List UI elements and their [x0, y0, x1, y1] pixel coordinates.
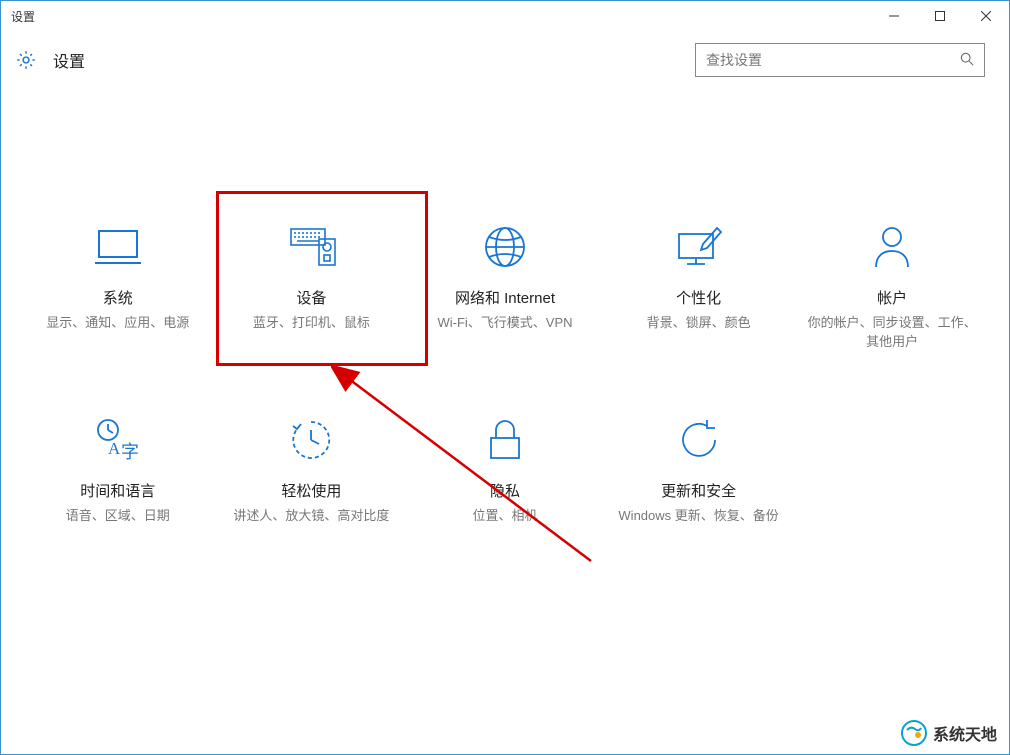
tile-personalization[interactable]: 个性化 背景、锁屏、颜色	[604, 209, 794, 362]
search-box[interactable]	[695, 43, 985, 77]
tile-title: 时间和语言	[80, 480, 155, 501]
tile-title: 个性化	[676, 287, 721, 308]
tile-system[interactable]: 系统 显示、通知、应用、电源	[23, 209, 213, 362]
minimize-button[interactable]	[871, 1, 917, 31]
maximize-button[interactable]	[917, 1, 963, 31]
tile-update-security[interactable]: 更新和安全 Windows 更新、恢复、备份	[604, 402, 794, 536]
watermark-icon	[901, 720, 927, 746]
tile-title: 帐户	[877, 287, 907, 308]
devices-icon	[283, 219, 339, 275]
svg-text:A: A	[108, 439, 121, 458]
tile-devices[interactable]: 设备 蓝牙、打印机、鼠标	[216, 209, 406, 362]
svg-text:字: 字	[121, 442, 139, 462]
tile-desc: 蓝牙、打印机、鼠标	[253, 314, 370, 333]
personalization-icon	[675, 219, 723, 275]
gear-icon	[15, 49, 37, 71]
search-icon	[960, 52, 974, 69]
lock-icon	[487, 412, 523, 468]
header: 设置	[1, 31, 1009, 89]
window-controls	[871, 1, 1009, 31]
tile-accounts[interactable]: 帐户 你的帐户、同步设置、工作、其他用户	[797, 209, 987, 362]
tile-title: 网络和 Internet	[455, 287, 555, 308]
window-title: 设置	[11, 8, 871, 25]
tile-privacy[interactable]: 隐私 位置、相机	[410, 402, 600, 536]
watermark: 系统天地	[901, 720, 997, 746]
tile-time-language[interactable]: A 字 时间和语言 语音、区域、日期	[23, 402, 213, 536]
settings-window: 设置 设置	[0, 0, 1010, 755]
tile-network[interactable]: 网络和 Internet Wi-Fi、飞行模式、VPN	[410, 209, 600, 362]
display-icon	[93, 219, 143, 275]
titlebar: 设置	[1, 1, 1009, 31]
update-icon	[677, 412, 721, 468]
watermark-text: 系统天地	[933, 721, 997, 745]
tile-desc: Windows 更新、恢复、备份	[618, 507, 778, 526]
tile-desc: Wi-Fi、飞行模式、VPN	[437, 314, 572, 333]
tile-desc: 显示、通知、应用、电源	[46, 314, 189, 333]
tile-title: 系统	[103, 287, 133, 308]
time-language-icon: A 字	[94, 412, 142, 468]
search-input[interactable]	[706, 52, 960, 68]
tile-desc: 位置、相机	[472, 507, 537, 526]
tile-desc: 背景、锁屏、颜色	[647, 314, 751, 333]
close-button[interactable]	[963, 1, 1009, 31]
person-icon	[872, 219, 912, 275]
tile-desc: 你的帐户、同步设置、工作、其他用户	[807, 314, 977, 352]
globe-icon	[483, 219, 527, 275]
tile-title: 设备	[296, 287, 326, 308]
tile-desc: 语音、区域、日期	[66, 507, 170, 526]
tile-title: 更新和安全	[661, 480, 736, 501]
tile-title: 隐私	[490, 480, 520, 501]
tile-desc: 讲述人、放大镜、高对比度	[233, 507, 389, 526]
tile-ease-of-access[interactable]: 轻松使用 讲述人、放大镜、高对比度	[216, 402, 406, 536]
tile-title: 轻松使用	[281, 480, 341, 501]
ease-of-access-icon	[289, 412, 333, 468]
settings-grid: 系统 显示、通知、应用、电源 设备 蓝牙、打印机、鼠标	[1, 89, 1009, 576]
page-title: 设置	[53, 48, 85, 72]
